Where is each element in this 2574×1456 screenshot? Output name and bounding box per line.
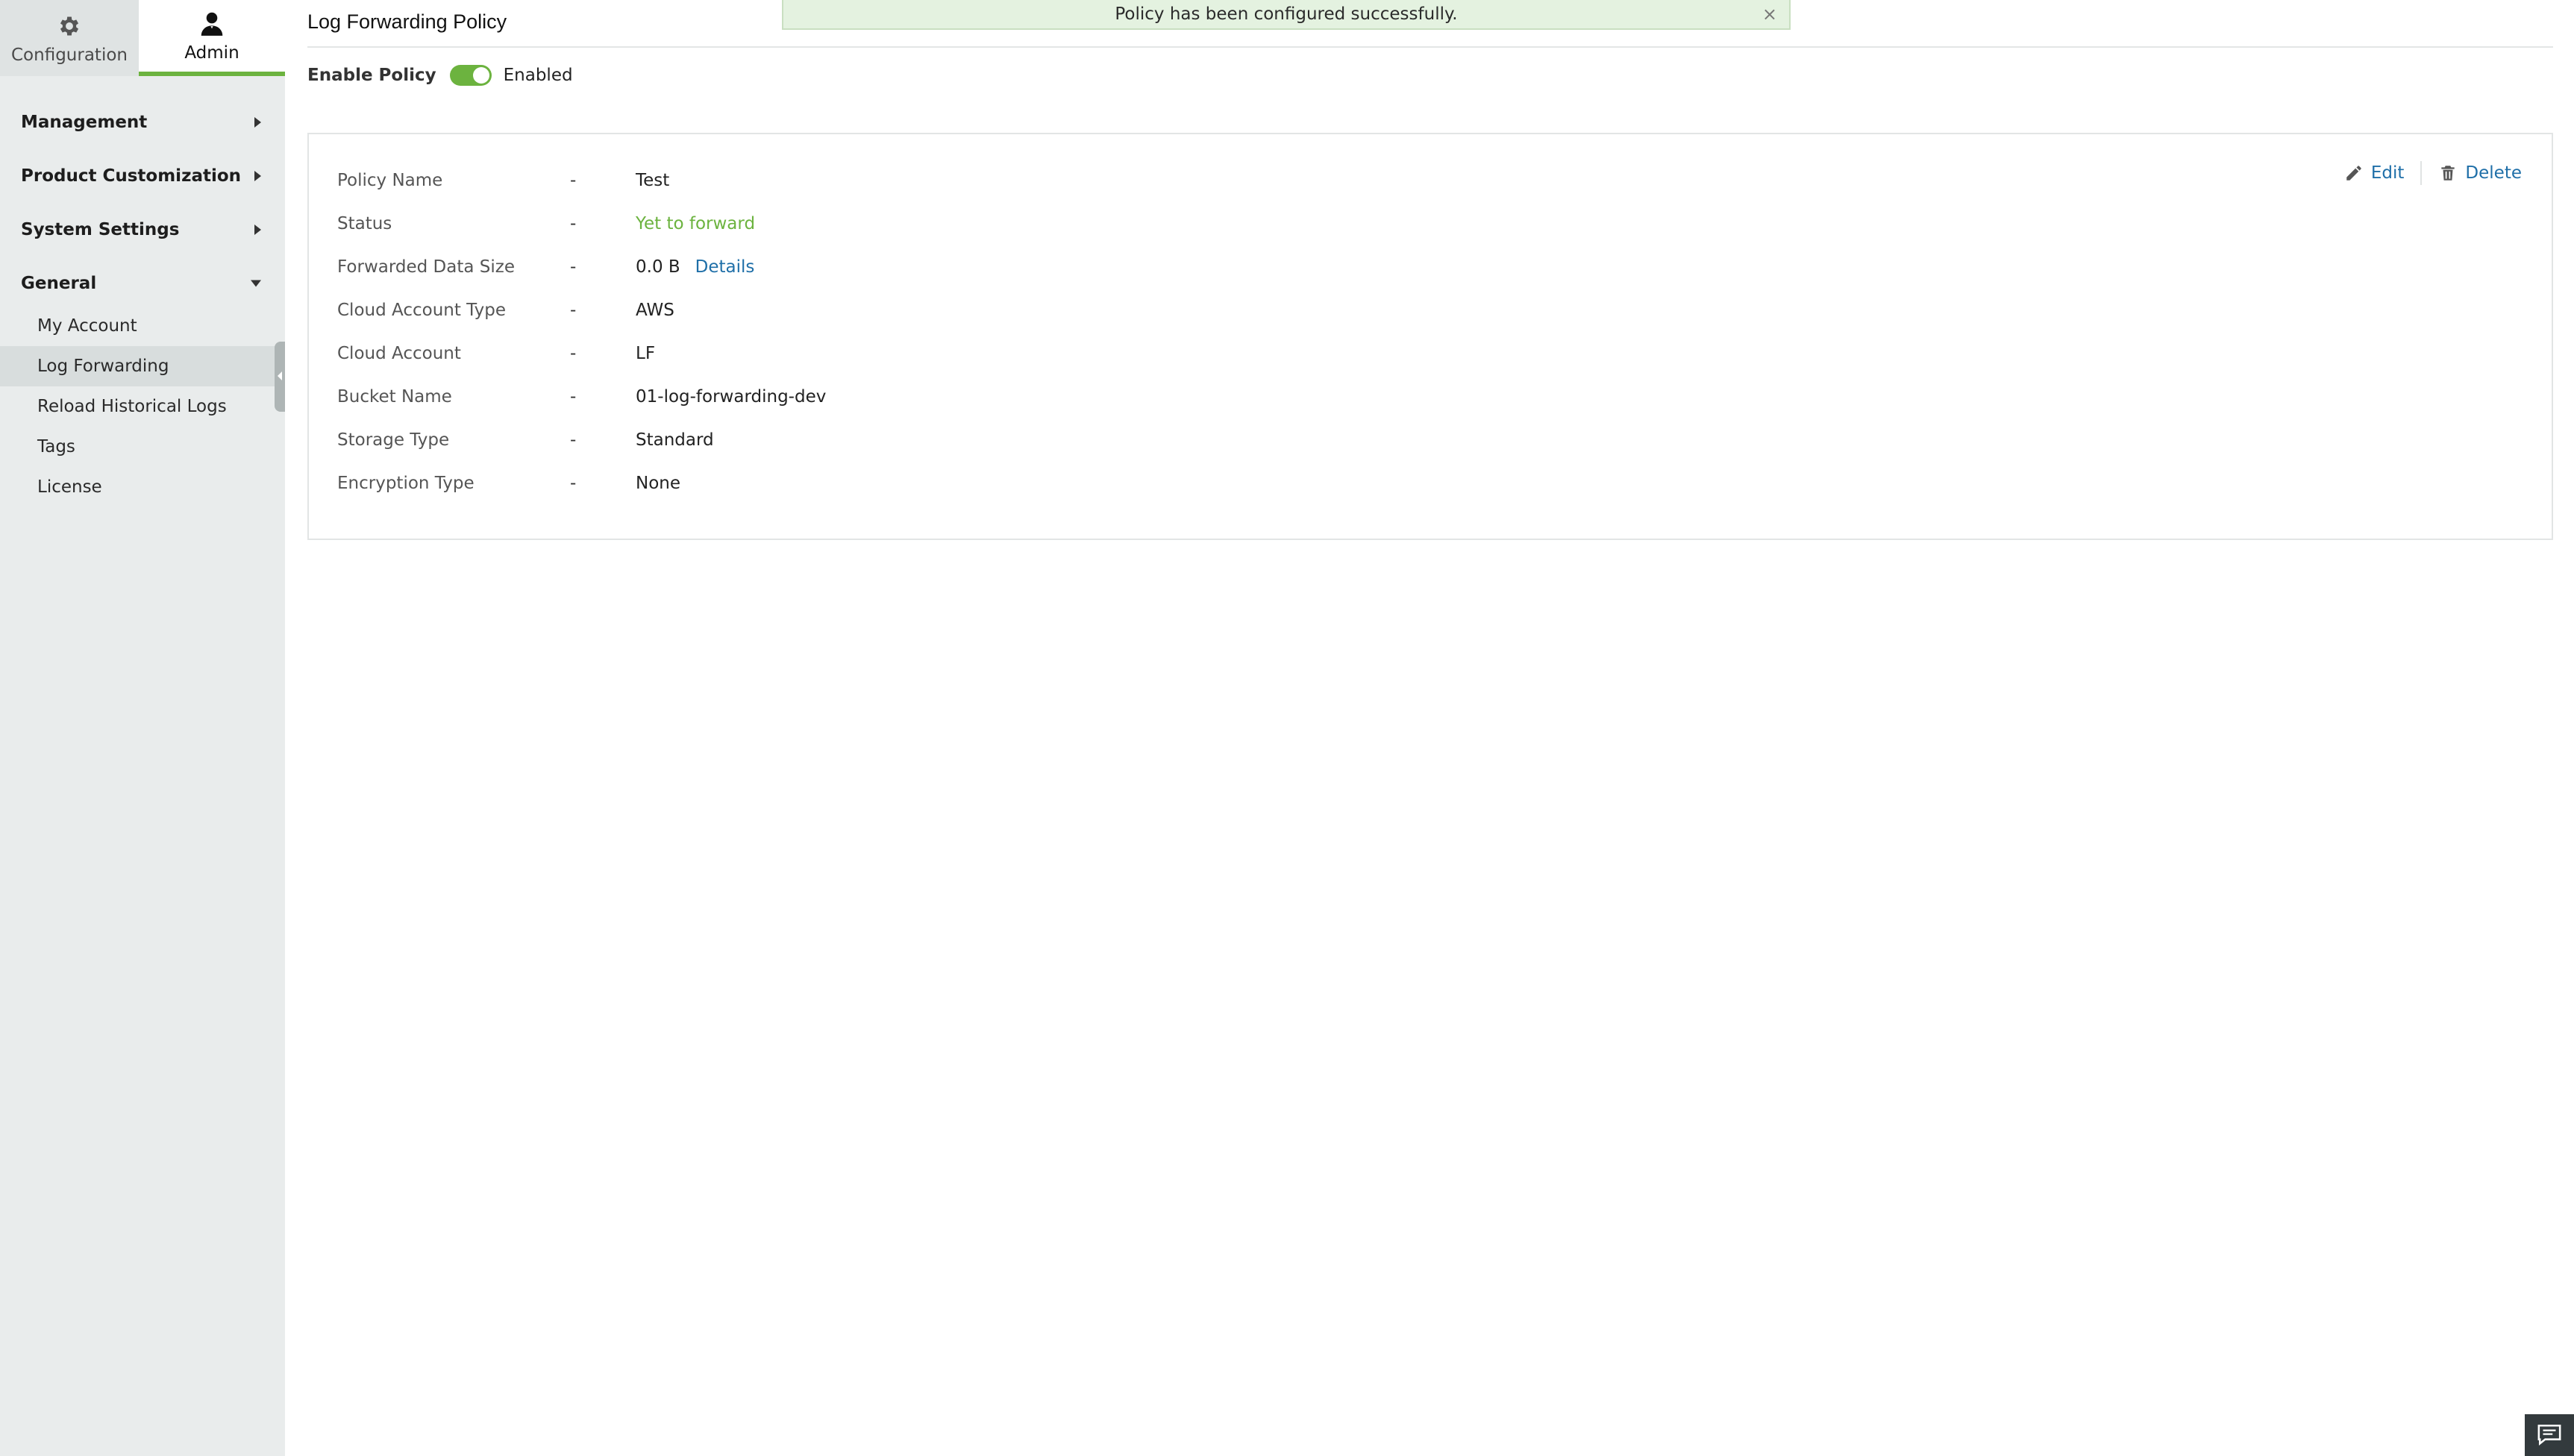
detail-row-cloud-account-type: Cloud Account Type - AWS (337, 295, 674, 325)
top-tabs: Configuration Admin (0, 0, 285, 76)
sidebar-item-log-forwarding[interactable]: Log Forwarding (0, 346, 285, 386)
detail-separator: - (570, 387, 577, 407)
caret-right-icon (254, 117, 261, 128)
enable-policy-row: Enable Policy Enabled (307, 63, 573, 88)
detail-label: Cloud Account (337, 344, 461, 363)
sidebar-section-label: Management (21, 113, 148, 132)
caret-down-icon (251, 280, 261, 287)
tab-admin-label: Admin (184, 43, 239, 63)
detail-value: Standard (636, 430, 714, 450)
detail-separator: - (570, 344, 577, 363)
chat-button[interactable] (2525, 1414, 2574, 1456)
sidebar-section-general[interactable]: General (0, 261, 285, 306)
detail-row-policy-name: Policy Name - Test (337, 166, 669, 195)
success-toast: Policy has been configured successfully.… (782, 0, 1791, 30)
detail-separator: - (570, 214, 577, 233)
edit-button[interactable]: Edit (2344, 163, 2405, 183)
detail-separator: - (570, 257, 577, 277)
tab-configuration-label: Configuration (11, 46, 128, 65)
sidebar-section-label: System Settings (21, 220, 180, 239)
detail-label: Status (337, 214, 392, 233)
sidebar-item-my-account[interactable]: My Account (0, 306, 285, 346)
tab-configuration[interactable]: Configuration (0, 0, 139, 76)
card-actions: Edit Delete (2344, 161, 2522, 185)
trash-icon (2441, 166, 2455, 181)
gear-icon (54, 11, 84, 41)
detail-row-encryption-type: Encryption Type - None (337, 468, 680, 498)
detail-value: 0.0 B (636, 257, 680, 277)
sidebar-section-label: General (21, 274, 97, 293)
detail-row-forwarded-data-size: Forwarded Data Size - 0.0 B Details (337, 252, 754, 282)
sidebar-item-label: Reload Historical Logs (37, 397, 227, 416)
title-divider (307, 46, 2553, 48)
toast-message: Policy has been configured successfully. (1115, 4, 1458, 24)
detail-label: Bucket Name (337, 387, 452, 407)
detail-label: Encryption Type (337, 474, 475, 493)
page-title: Log Forwarding Policy (307, 10, 507, 33)
edit-label: Edit (2370, 163, 2405, 183)
sidebar-section-label: Product Customization (21, 166, 242, 186)
sidebar-item-label: Tags (37, 437, 75, 456)
detail-row-bucket-name: Bucket Name - 01-log-forwarding-dev (337, 382, 826, 412)
status-value: Yet to forward (636, 214, 756, 233)
detail-label: Forwarded Data Size (337, 257, 515, 277)
sidebar-item-label: License (37, 477, 102, 497)
policy-details-card: Policy Name - Test Status - Yet to forwa… (307, 133, 2553, 540)
toggle-knob (472, 67, 489, 84)
chat-icon (2537, 1424, 2561, 1446)
detail-value: AWS (636, 301, 674, 320)
detail-label: Cloud Account Type (337, 301, 507, 320)
user-icon (197, 9, 227, 39)
detail-value: Test (636, 171, 670, 190)
main-content: Log Forwarding Policy Policy has been co… (285, 0, 2574, 1456)
caret-right-icon (254, 171, 261, 181)
caret-right-icon (254, 225, 261, 235)
action-divider (2420, 161, 2423, 185)
close-icon[interactable]: × (1762, 5, 1777, 23)
enable-policy-state: Enabled (503, 66, 573, 85)
detail-separator: - (570, 474, 577, 493)
detail-value: None (636, 474, 681, 493)
enable-policy-label: Enable Policy (307, 66, 436, 85)
tab-admin[interactable]: Admin (139, 0, 285, 76)
sidebar-item-label: Log Forwarding (37, 357, 169, 376)
detail-row-storage-type: Storage Type - Standard (337, 425, 714, 455)
sidebar-item-tags[interactable]: Tags (0, 427, 285, 467)
delete-label: Delete (2465, 163, 2522, 183)
sidebar-section-system-settings[interactable]: System Settings (0, 207, 285, 252)
pencil-icon (2346, 166, 2361, 181)
sidebar-item-label: My Account (37, 316, 137, 336)
detail-value: 01-log-forwarding-dev (636, 387, 827, 407)
details-link[interactable]: Details (695, 257, 755, 277)
sidebar-section-management[interactable]: Management (0, 100, 285, 145)
sidebar-section-product-customization[interactable]: Product Customization (0, 154, 285, 198)
delete-button[interactable]: Delete (2438, 163, 2522, 183)
sidebar-collapse-handle[interactable] (275, 342, 285, 412)
detail-label: Storage Type (337, 430, 450, 450)
detail-value: LF (636, 344, 656, 363)
detail-row-cloud-account: Cloud Account - LF (337, 339, 655, 368)
sidebar: Configuration Admin Management Product C… (0, 0, 285, 1456)
detail-label: Policy Name (337, 171, 443, 190)
detail-row-status: Status - Yet to forward (337, 209, 755, 239)
detail-separator: - (570, 171, 577, 190)
sidebar-item-reload-historical-logs[interactable]: Reload Historical Logs (0, 386, 285, 427)
detail-separator: - (570, 430, 577, 450)
enable-policy-toggle[interactable] (449, 65, 492, 86)
detail-separator: - (570, 301, 577, 320)
sidebar-item-license[interactable]: License (0, 467, 285, 507)
